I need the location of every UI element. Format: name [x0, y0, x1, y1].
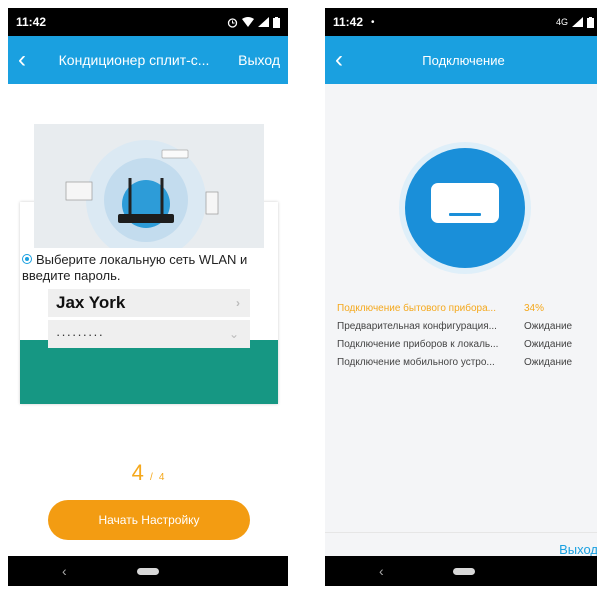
- chevron-right-icon: ›: [236, 296, 240, 310]
- status-value: Ожидание: [524, 357, 573, 368]
- nav-home-icon[interactable]: [137, 567, 159, 575]
- app-header: ‹ Подключение: [325, 36, 597, 84]
- status-label: Предварительная конфигурация...: [337, 321, 497, 332]
- app-header: ‹ Кондиционер сплит-с... Выход: [8, 36, 288, 84]
- network-type: 4G: [555, 17, 568, 27]
- phone-wifi-setup-screen: 11:42 ‹ Кондиционер сплит-с... Выход Выб…: [8, 8, 288, 586]
- notification-dot-icon: •: [371, 16, 375, 28]
- status-value: Ожидание: [524, 339, 573, 350]
- password-field[interactable]: ········· ⌄: [48, 320, 250, 348]
- wifi-instruction: Выберите локальную сеть WLAN и введите п…: [22, 252, 272, 284]
- status-row: Подключение приборов к локаль... Ожидани…: [337, 339, 587, 350]
- card-footer-band: [20, 340, 278, 404]
- ssid-field[interactable]: Jax York ›: [48, 289, 250, 317]
- status-value: Ожидание: [524, 321, 573, 332]
- nav-back-icon[interactable]: ‹: [379, 563, 384, 579]
- ssid-value: Jax York: [56, 293, 126, 312]
- signal-icon: [572, 17, 583, 27]
- status-value: 34%: [524, 303, 545, 314]
- navigation-bar: ‹: [8, 556, 288, 586]
- alarm-icon: [227, 17, 238, 28]
- nav-back-icon[interactable]: ‹: [62, 563, 67, 579]
- air-conditioner-icon: [431, 183, 499, 223]
- wifi-icon: [242, 17, 254, 27]
- step-indicator: 4 / 4: [131, 460, 165, 485]
- status-row: Предварительная конфигурация... Ожидание: [337, 321, 587, 332]
- nav-home-icon[interactable]: [452, 567, 475, 575]
- password-value: ·········: [56, 326, 104, 342]
- exit-button[interactable]: Выход: [559, 542, 597, 556]
- back-arrow-icon[interactable]: ‹: [325, 48, 353, 72]
- status-label: Подключение мобильного устро...: [337, 357, 495, 368]
- phone-connection-screen: 11:42 • 4G ‹ Подключение Подключение быт…: [325, 8, 597, 586]
- page-title: Подключение: [422, 52, 505, 68]
- step-current: 4: [131, 460, 144, 485]
- status-bar: 11:42 • 4G: [325, 8, 597, 36]
- navigation-bar: ‹: [325, 556, 597, 586]
- status-time: 11:42: [16, 15, 47, 29]
- router-network-icon: [65, 140, 219, 260]
- router-illustration: [34, 124, 264, 260]
- instruction-text: Выберите локальную сеть WLAN и введите п…: [22, 252, 248, 283]
- status-label: Подключение приборов к локаль...: [337, 339, 499, 350]
- main-content: Выберите локальную сеть WLAN и введите п…: [8, 84, 288, 556]
- battery-icon: [273, 16, 280, 28]
- footer-divider: [325, 532, 597, 533]
- status-row: Подключение мобильного устро... Ожидание: [337, 357, 587, 368]
- back-arrow-icon[interactable]: ‹: [8, 48, 36, 72]
- status-time: 11:42: [333, 15, 364, 29]
- signal-icon: [258, 17, 269, 27]
- radio-selected-icon[interactable]: [22, 254, 32, 264]
- status-row: Подключение бытового прибора... 34%: [337, 303, 587, 314]
- status-bar: 11:42: [8, 8, 288, 36]
- step-total: 4: [158, 472, 165, 483]
- battery-icon: [587, 16, 594, 28]
- page-title: Кондиционер сплит-с...: [58, 52, 210, 68]
- main-content: Подключение бытового прибора... 34% Пред…: [325, 84, 597, 556]
- exit-button[interactable]: Выход: [232, 52, 288, 68]
- eye-toggle-icon[interactable]: ⌄: [229, 327, 240, 341]
- start-setup-button[interactable]: Начать Настройку: [48, 500, 250, 540]
- status-label: Подключение бытового прибора...: [337, 303, 496, 314]
